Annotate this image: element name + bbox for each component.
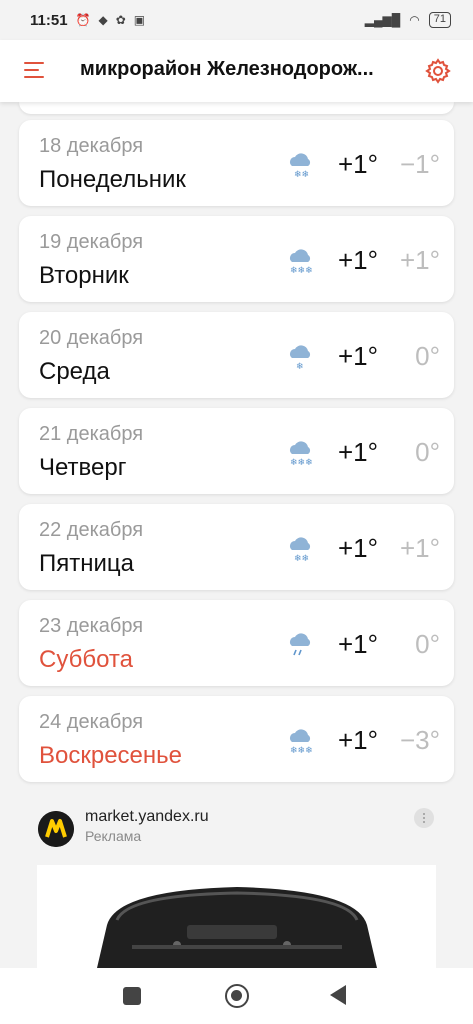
cloud-snow-icon: ❄❄ bbox=[290, 537, 311, 563]
forecast-date: 22 декабря bbox=[39, 519, 144, 541]
forecast-night-temp: 0° bbox=[415, 437, 440, 467]
ad-label: Реклама bbox=[85, 828, 142, 844]
forecast-night-temp: 0° bbox=[415, 341, 440, 371]
signal-icon: ▂▄▆█ bbox=[364, 13, 401, 27]
forecast-day-temp: +1° bbox=[337, 629, 378, 659]
forecast-day-card[interactable]: 18 декабря Понедельник ❄❄ +1° −1° bbox=[19, 120, 454, 206]
forecast-date: 21 декабря bbox=[39, 423, 144, 445]
forecast-date: 23 декабря bbox=[39, 615, 144, 637]
alarm-icon: ⏰ bbox=[75, 13, 91, 27]
more-options-icon[interactable] bbox=[414, 808, 434, 828]
battery-icon: 71 bbox=[428, 12, 451, 28]
gear-icon[interactable] bbox=[425, 58, 451, 84]
forecast-night-temp: +1° bbox=[399, 533, 440, 563]
forecast-night-temp: +1° bbox=[399, 245, 440, 275]
forecast-day-temp: +1° bbox=[337, 245, 378, 275]
forecast-night-temp: −1° bbox=[399, 149, 440, 179]
cloud-heavy-snow-icon: ❄❄❄ bbox=[290, 441, 313, 467]
svg-text:❄❄❄: ❄❄❄ bbox=[290, 745, 313, 755]
wb-icon: ▣ bbox=[133, 13, 146, 27]
cloud-heavy-snow-icon: ❄❄❄ bbox=[290, 729, 313, 755]
svg-text:❄: ❄ bbox=[296, 361, 304, 371]
cloud-rain-icon bbox=[290, 633, 311, 656]
forecast-day-temp: +1° bbox=[337, 341, 378, 371]
system-nav-bar bbox=[0, 968, 473, 1024]
forecast-date: 24 декабря bbox=[39, 711, 144, 733]
forecast-day-temp: +1° bbox=[337, 149, 378, 179]
svg-text:❄❄: ❄❄ bbox=[294, 553, 309, 563]
forecast-date: 19 декабря bbox=[39, 231, 144, 253]
forecast-day-card[interactable]: 24 декабря Воскресенье ❄❄❄ +1° −3° bbox=[19, 696, 454, 782]
forecast-weekday: Четверг bbox=[39, 454, 127, 481]
location-title[interactable]: микрорайон Железнодорож... bbox=[80, 58, 410, 81]
forecast-day-card[interactable]: 21 декабря Четверг ❄❄❄ +1° 0° bbox=[19, 408, 454, 494]
forecast-night-temp: 0° bbox=[415, 629, 440, 659]
svg-text:❄❄❄: ❄❄❄ bbox=[290, 265, 313, 275]
forecast-card-partial bbox=[19, 102, 454, 114]
svg-text:❄❄❄: ❄❄❄ bbox=[290, 457, 313, 467]
cloud-heavy-snow-icon: ❄❄❄ bbox=[290, 249, 313, 275]
cloud-snow-icon: ❄ bbox=[290, 345, 311, 371]
app-icon: ◆ bbox=[98, 13, 108, 27]
forecast-day-card[interactable]: 20 декабря Среда ❄ +1° 0° bbox=[19, 312, 454, 398]
forecast-weekday: Суббота bbox=[39, 646, 133, 673]
forecast-weekday: Воскресенье bbox=[39, 742, 183, 769]
forecast-day-card[interactable]: 23 декабря Суббота +1° 0° bbox=[19, 600, 454, 686]
hamburger-icon[interactable] bbox=[24, 62, 44, 78]
app-icon: ✿ bbox=[115, 13, 126, 27]
home-button[interactable] bbox=[225, 984, 249, 1008]
svg-text:❄❄: ❄❄ bbox=[294, 169, 309, 179]
forecast-day-temp: +1° bbox=[337, 437, 378, 467]
ad-product-image[interactable] bbox=[37, 865, 436, 968]
cloud-snow-icon: ❄❄ bbox=[290, 153, 311, 179]
app-bar: микрорайон Железнодорож... bbox=[0, 40, 473, 102]
recents-button[interactable] bbox=[123, 987, 141, 1005]
forecast-weekday: Среда bbox=[39, 358, 110, 385]
forecast-weekday: Понедельник bbox=[39, 166, 186, 193]
forecast-day-temp: +1° bbox=[337, 533, 378, 563]
status-bar: 11:51 ⏰ ◆ ✿ ▣ ▂▄▆█ ◠ 71 bbox=[0, 0, 473, 40]
forecast-date: 18 декабря bbox=[39, 135, 144, 157]
forecast-day-temp: +1° bbox=[337, 725, 378, 755]
market-logo-icon bbox=[38, 811, 74, 847]
forecast-night-temp: −3° bbox=[399, 725, 440, 755]
ad-domain[interactable]: market.yandex.ru bbox=[85, 808, 209, 826]
status-time: 11:51 bbox=[30, 11, 68, 29]
forecast-day-card[interactable]: 22 декабря Пятница ❄❄ +1° +1° bbox=[19, 504, 454, 590]
forecast-date: 20 декабря bbox=[39, 327, 144, 349]
forecast-day-card[interactable]: 19 декабря Вторник ❄❄❄ +1° +1° bbox=[19, 216, 454, 302]
wifi-icon: ◠ bbox=[409, 13, 420, 27]
back-button[interactable] bbox=[330, 985, 346, 1005]
forecast-weekday: Пятница bbox=[39, 550, 134, 577]
ad-block[interactable]: market.yandex.ru Реклама bbox=[19, 795, 454, 968]
forecast-weekday: Вторник bbox=[39, 262, 129, 289]
